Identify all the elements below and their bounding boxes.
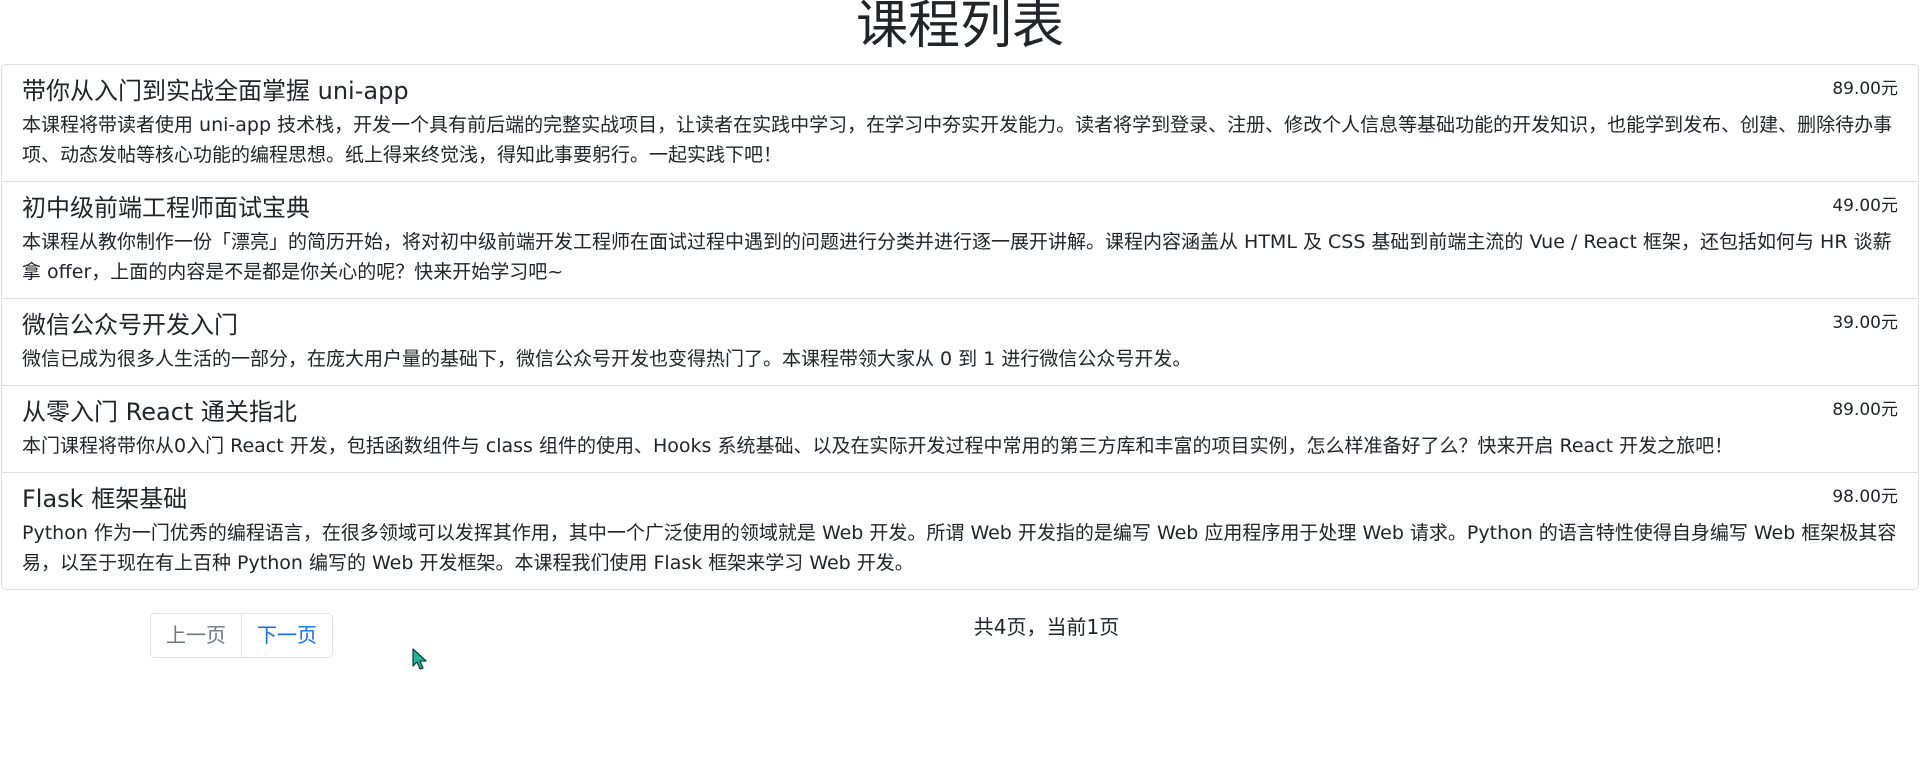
- course-price: 49.00元: [1832, 196, 1898, 216]
- course-description: 微信已成为很多人生活的一部分，在庞大用户量的基础下，微信公众号开发也变得热门了。…: [22, 348, 1192, 370]
- prev-page-button[interactable]: 上一页: [151, 614, 242, 657]
- list-item[interactable]: 微信公众号开发入门 39.00元 微信已成为很多人生活的一部分，在庞大用户量的基…: [2, 299, 1918, 386]
- course-description: 本课程从教你制作一份「漂亮」的简历开始，将对初中级前端开发工程师在面试过程中遇到…: [22, 231, 1892, 283]
- page-info-text: 共4页，当前1页: [973, 615, 1120, 639]
- course-title: 微信公众号开发入门: [22, 311, 238, 339]
- list-item[interactable]: 带你从入门到实战全面掌握 uni-app 89.00元 本课程将带读者使用 un…: [2, 65, 1918, 182]
- course-title: Flask 框架基础: [22, 485, 188, 513]
- page: 课程列表 带你从入门到实战全面掌握 uni-app 89.00元 本课程将带读者…: [0, 0, 1920, 776]
- course-head: Flask 框架基础 98.00元: [22, 484, 1898, 514]
- course-title: 初中级前端工程师面试宝典: [22, 194, 310, 222]
- course-price: 98.00元: [1832, 487, 1898, 507]
- course-description: Python 作为一门优秀的编程语言，在很多领域可以发挥其作用，其中一个广泛使用…: [22, 522, 1897, 574]
- next-page-button[interactable]: 下一页: [242, 614, 332, 657]
- course-head: 带你从入门到实战全面掌握 uni-app 89.00元: [22, 76, 1898, 106]
- mouse-pointer-icon: [412, 648, 427, 670]
- course-head: 从零入门 React 通关指北 89.00元: [22, 397, 1898, 427]
- course-price: 89.00元: [1832, 79, 1898, 99]
- course-price: 39.00元: [1832, 313, 1898, 333]
- list-item[interactable]: 初中级前端工程师面试宝典 49.00元 本课程从教你制作一份「漂亮」的简历开始，…: [2, 182, 1918, 299]
- course-price: 89.00元: [1832, 400, 1898, 420]
- course-list: 带你从入门到实战全面掌握 uni-app 89.00元 本课程将带读者使用 un…: [1, 64, 1919, 590]
- course-title: 从零入门 React 通关指北: [22, 398, 297, 426]
- list-item[interactable]: 从零入门 React 通关指北 89.00元 本门课程将带你从0入门 React…: [2, 386, 1918, 473]
- page-title: 课程列表: [855, 0, 1064, 56]
- list-item[interactable]: Flask 框架基础 98.00元 Python 作为一门优秀的编程语言，在很多…: [2, 473, 1918, 589]
- course-description: 本门课程将带你从0入门 React 开发，包括函数组件与 class 组件的使用…: [22, 435, 1734, 457]
- pagination: 上一页 下一页: [150, 613, 333, 658]
- course-head: 初中级前端工程师面试宝典 49.00元: [22, 193, 1898, 223]
- course-head: 微信公众号开发入门 39.00元: [22, 310, 1898, 340]
- course-description: 本课程将带读者使用 uni-app 技术栈，开发一个具有前后端的完整实战项目，让…: [22, 114, 1893, 166]
- course-title: 带你从入门到实战全面掌握 uni-app: [22, 77, 409, 105]
